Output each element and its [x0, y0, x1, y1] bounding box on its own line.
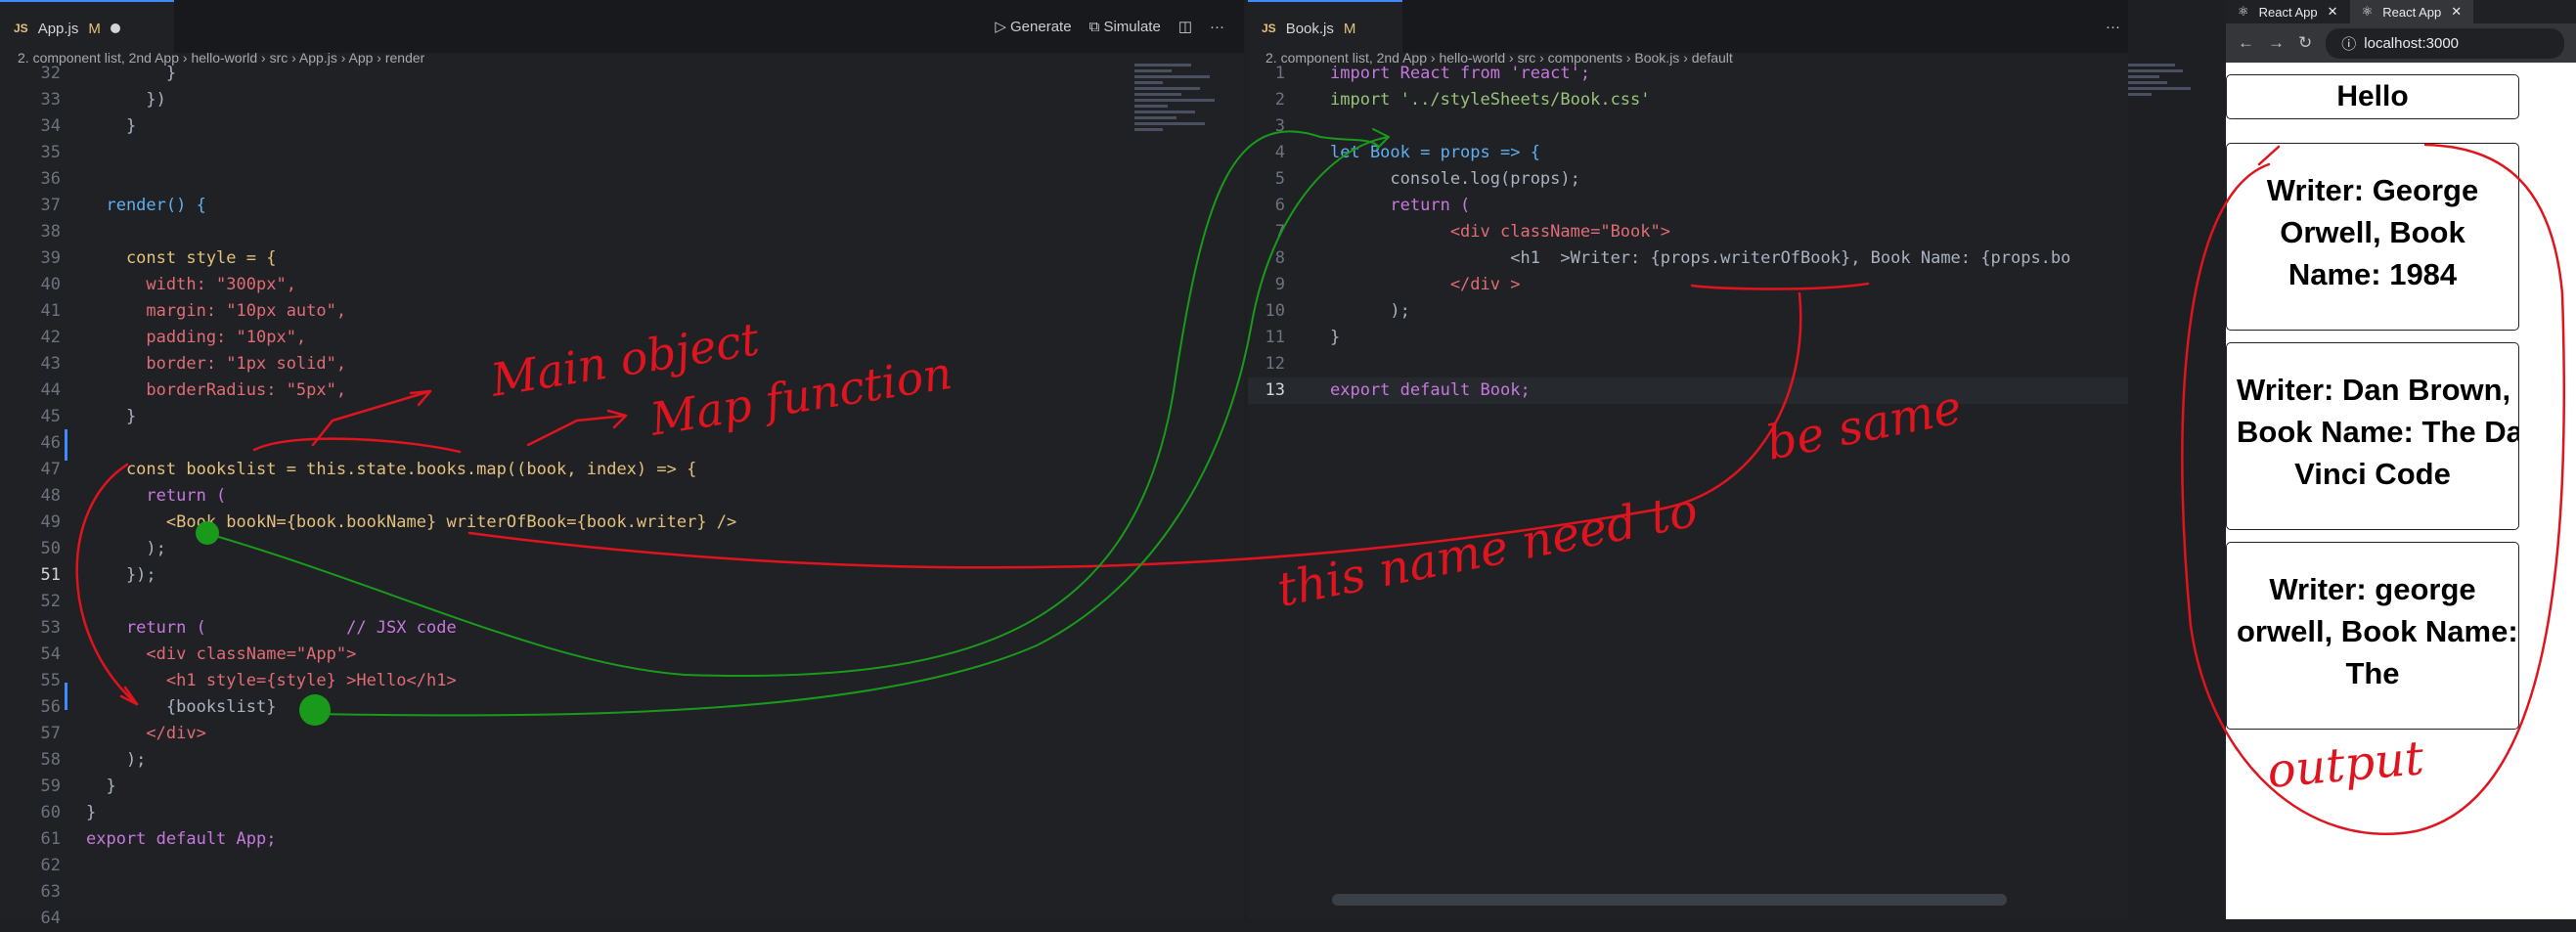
horizontal-scrollbar[interactable]: [1332, 894, 2007, 906]
code-line: 47 const bookslist = this.state.books.ma…: [40, 460, 697, 479]
code-line: 2 import '../styleSheets/Book.css': [1274, 90, 1651, 110]
code-line: 56 {bookslist}: [40, 697, 277, 717]
code-line: 60}: [40, 803, 97, 822]
unsaved-dot-icon[interactable]: [110, 23, 120, 33]
app-js-editor: JS App.js M ▷ Generate ⧉ Simulate ◫ ··· …: [0, 0, 1244, 928]
js-file-icon: JS: [1262, 22, 1276, 35]
code-line: 55 <h1 style={style} >Hello</h1>: [40, 671, 457, 690]
book-card: Writer: George Orwell, Book Name: 1984: [2226, 143, 2519, 331]
code-line: 33 }): [40, 90, 166, 110]
code-line: 4 let Book = props => {: [1274, 143, 1540, 162]
code-area[interactable]: 1 import React from 'react'; 2 import '../…: [1248, 61, 2128, 404]
code-line: 39 const style = {: [40, 248, 277, 268]
code-line: 9 </div >: [1274, 275, 1521, 294]
browser-toolbar: ← → ↻ ⓘ localhost:3000: [2226, 23, 2576, 63]
code-line: 51 });: [40, 565, 156, 585]
left-tab-bar: JS App.js M ▷ Generate ⧉ Simulate ◫ ···: [0, 0, 1244, 55]
right-tab-bar: JS Book.js M ···: [1248, 0, 2128, 55]
tab-label: Book.js: [1285, 20, 1334, 37]
code-line: 44 borderRadius: "5px",: [40, 380, 347, 400]
code-line: 62: [40, 856, 61, 875]
tab-label: App.js: [37, 20, 79, 37]
page-viewport: Hello Writer: George Orwell, Book Name: 19…: [2226, 63, 2576, 919]
generate-button[interactable]: ▷ Generate: [995, 18, 1071, 35]
code-line: 53 return ( // JSX code: [40, 618, 457, 638]
js-file-icon: JS: [14, 22, 28, 35]
code-line: 6 return (: [1274, 196, 1471, 215]
code-line: 37 render() {: [40, 196, 206, 215]
code-line: 40 width: "300px",: [40, 275, 296, 294]
code-line: 12: [1265, 354, 1285, 374]
close-icon[interactable]: ✕: [2328, 4, 2338, 20]
code-line: 36: [40, 169, 61, 189]
code-line: 43 border: "1px solid",: [40, 354, 347, 374]
editor-toolbar: ▷ Generate ⧉ Simulate ◫ ···: [995, 0, 1224, 53]
editor-toolbar: ···: [2106, 0, 2120, 53]
browser-window: ⚛ React App ✕ ⚛ React App ✕ ← → ↻ ⓘ localhost…: [2226, 0, 2576, 919]
code-line: 52: [40, 592, 61, 611]
more-actions-button[interactable]: ···: [2106, 19, 2120, 35]
code-line: 46: [40, 433, 61, 453]
code-line: 32 }: [40, 64, 177, 83]
code-line: 13 export default Book;: [1248, 377, 2128, 404]
modified-badge: M: [1343, 20, 1356, 37]
more-actions-button[interactable]: ···: [1210, 19, 1224, 35]
browser-tab-active[interactable]: ⚛ React App ✕: [2349, 0, 2474, 23]
code-line: 63: [40, 882, 61, 902]
address-bar[interactable]: ⓘ localhost:3000: [2326, 27, 2564, 59]
info-icon: ⓘ: [2341, 35, 2357, 53]
code-line: 59 }: [40, 777, 116, 796]
code-line: 7 <div className="Book">: [1274, 222, 1670, 242]
modified-badge: M: [88, 20, 101, 37]
code-line: 54 <div className="App">: [40, 644, 357, 664]
code-line: 42 padding: "10px",: [40, 328, 307, 347]
minimap[interactable]: [1134, 61, 1228, 266]
forward-icon[interactable]: →: [2268, 33, 2285, 53]
code-line: 34 }: [40, 116, 137, 136]
git-change-marker: [65, 429, 67, 461]
code-line: 57 </div>: [40, 724, 206, 743]
git-change-marker: [65, 683, 67, 710]
code-line: 50 );: [40, 539, 166, 558]
code-line: 35: [40, 143, 61, 162]
book-card: Writer: george orwell, Book Name: The: [2226, 542, 2519, 730]
close-icon[interactable]: ✕: [2451, 4, 2462, 20]
code-line: 48 return (: [40, 486, 227, 506]
hello-heading: Hello: [2226, 74, 2519, 119]
browser-tab-strip: ⚛ React App ✕ ⚛ React App ✕: [2226, 0, 2576, 23]
code-line: 38: [40, 222, 61, 242]
book-js-editor: JS Book.js M ··· 2. component list, 2nd …: [1248, 0, 2191, 919]
code-line: 49 <Book bookN={book.bookName} writerOfB…: [40, 512, 737, 532]
back-icon[interactable]: ←: [2238, 33, 2254, 53]
code-line: 5 console.log(props);: [1274, 169, 1580, 189]
code-area[interactable]: 32 } 33 }) 34 } 35 36 37 render() { 38 3…: [0, 61, 1244, 932]
minimap[interactable]: [2128, 61, 2206, 266]
reload-icon[interactable]: ↻: [2298, 33, 2312, 53]
book-card: Writer: Dan Brown, Book Name: The Da Vinci…: [2226, 342, 2519, 530]
code-line: 10 );: [1265, 301, 1410, 321]
browser-tab[interactable]: ⚛ React App ✕: [2226, 0, 2350, 23]
code-line: 11}: [1265, 328, 1341, 347]
simulate-button[interactable]: ⧉ Simulate: [1089, 19, 1161, 35]
code-line: 41 margin: "10px auto",: [40, 301, 347, 321]
code-line: 8 <h1 >Writer: {props.writerOfBook}, Boo…: [1274, 248, 2071, 268]
split-editor-icon[interactable]: ◫: [1178, 18, 1192, 35]
code-line: 61 export default App;: [40, 829, 277, 849]
code-line: 45 }: [40, 407, 137, 426]
code-line: 1 import React from 'react';: [1274, 64, 1591, 83]
code-line: 58 );: [40, 750, 147, 770]
react-logo-icon: ⚛: [2361, 4, 2374, 19]
code-line: 3: [1274, 116, 1285, 136]
react-logo-icon: ⚛: [2238, 4, 2249, 19]
